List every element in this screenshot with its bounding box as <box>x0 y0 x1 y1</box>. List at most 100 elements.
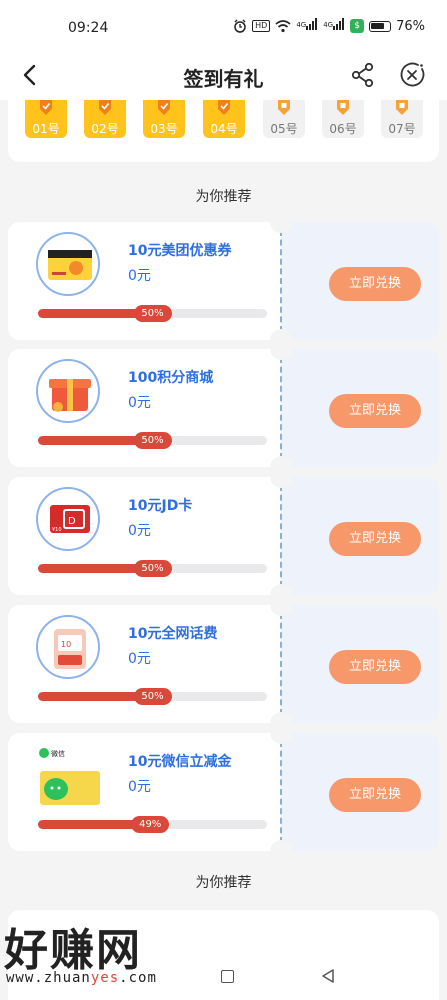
signal-label: 4G <box>323 21 334 29</box>
checkin-day-label: 06号 <box>329 122 357 136</box>
gift-box-icon <box>36 359 100 423</box>
hd-icon: HD <box>252 20 271 32</box>
checkin-day[interactable]: 06号 <box>322 100 364 138</box>
product-info: 微信 10元微信立减金 0元 49% <box>8 733 281 851</box>
product-price: 0元 <box>128 395 151 411</box>
badge-gift-icon <box>278 100 290 115</box>
progress-label: 50% <box>133 688 172 705</box>
checkin-day-label: 02号 <box>91 122 119 136</box>
progress-label: 50% <box>133 560 172 577</box>
progress-bar: 50% <box>38 560 267 577</box>
progress-bar: 50% <box>38 305 267 322</box>
status-time: 09:24 <box>68 20 109 36</box>
checkin-day-label: 03号 <box>150 122 178 136</box>
product-action: 立即兑换 <box>281 477 439 595</box>
progress-bar: 50% <box>38 432 267 449</box>
watermark-url-c: .com <box>119 970 157 986</box>
meituan-voucher-icon <box>36 232 100 296</box>
status-bar: 09:24 HD 4G 4G $ 76% <box>0 0 447 52</box>
checkin-day[interactable]: 01号 <box>25 100 67 138</box>
product-info: D ¥10 10元JD卡 0元 50% <box>8 477 281 595</box>
dashed-divider <box>280 741 282 843</box>
battery-icon <box>369 20 392 32</box>
product-name: 10元美团优惠券 <box>128 243 232 259</box>
checkin-card: 01号 02号 03号 04号 05号 06号 07号 <box>8 100 439 162</box>
redeem-button[interactable]: 立即兑换 <box>329 650 421 684</box>
product-name: 100积分商城 <box>128 370 214 386</box>
dashed-divider <box>280 357 282 459</box>
product-info: 10 10元全网话费 0元 50% <box>8 605 281 723</box>
svg-text:微信: 微信 <box>51 749 65 758</box>
watermark-logo: 好赚网 www.zhuanyes.com <box>0 912 200 1000</box>
svg-text:¥10: ¥10 <box>52 527 62 533</box>
badge-check-icon <box>158 100 170 115</box>
checkin-day[interactable]: 05号 <box>263 100 305 138</box>
redeem-button[interactable]: 立即兑换 <box>329 394 421 428</box>
product-action: 立即兑换 <box>281 605 439 723</box>
product-card: 100积分商城 0元 50% 立即兑换 <box>8 349 439 467</box>
progress-label: 49% <box>131 816 170 833</box>
nav-bar: 签到有礼 <box>0 52 447 100</box>
product-price: 0元 <box>128 268 151 284</box>
redeem-button[interactable]: 立即兑换 <box>329 522 421 556</box>
badge-check-icon <box>40 100 52 115</box>
product-card: D ¥10 10元JD卡 0元 50% 立即兑换 <box>8 477 439 595</box>
checkin-day[interactable]: 07号 <box>381 100 423 138</box>
watermark-url-a: www.zhuan <box>6 970 91 986</box>
battery-percent: 76% <box>396 18 425 34</box>
page-title: 签到有礼 <box>183 67 264 91</box>
badge-gift-icon <box>396 100 408 115</box>
product-name: 10元微信立减金 <box>128 754 232 770</box>
progress-bar: 50% <box>38 688 267 705</box>
redeem-button[interactable]: 立即兑换 <box>329 778 421 812</box>
product-name: 10元全网话费 <box>128 626 218 642</box>
security-shield-icon: $ <box>350 19 365 33</box>
signal-icon: 4G <box>323 18 345 34</box>
checkin-day[interactable]: 04号 <box>203 100 245 138</box>
system-back-icon[interactable] <box>320 968 336 984</box>
badge-gift-icon <box>337 100 349 115</box>
product-info: 10元美团优惠券 0元 50% <box>8 222 281 340</box>
alarm-icon <box>234 19 246 33</box>
section-title: 为你推荐 <box>195 875 252 891</box>
product-action: 立即兑换 <box>281 222 439 340</box>
status-icons: HD 4G 4G $ 76% <box>233 18 425 34</box>
dashed-divider <box>280 485 282 587</box>
product-name: 10元JD卡 <box>128 498 193 514</box>
product-card: 10元美团优惠券 0元 50% 立即兑换 <box>8 222 439 340</box>
product-action: 立即兑换 <box>281 349 439 467</box>
dashed-divider <box>280 613 282 715</box>
share-icon[interactable] <box>350 62 376 88</box>
progress-label: 50% <box>133 432 172 449</box>
badge-check-icon <box>218 100 230 115</box>
svg-text:10: 10 <box>61 640 71 649</box>
checkin-day[interactable]: 03号 <box>143 100 185 138</box>
checkin-day-label: 07号 <box>388 122 416 136</box>
watermark-url: www.zhuanyes.com <box>6 970 157 986</box>
product-price: 0元 <box>128 779 151 795</box>
product-card: 微信 10元微信立减金 0元 49% 立即兑换 <box>8 733 439 851</box>
wechat-voucher-icon: 微信 <box>36 743 100 807</box>
checkin-day-label: 05号 <box>270 122 298 136</box>
checkin-day[interactable]: 02号 <box>84 100 126 138</box>
phone-credit-icon: 10 <box>36 615 100 679</box>
system-home-button[interactable] <box>221 970 234 983</box>
product-info: 100积分商城 0元 50% <box>8 349 281 467</box>
product-action: 立即兑换 <box>281 733 439 851</box>
watermark-url-b: yes <box>90 970 120 986</box>
product-price: 0元 <box>128 651 151 667</box>
wifi-icon <box>275 19 291 32</box>
signal-label: 4G <box>296 21 307 29</box>
jd-card-icon: D ¥10 <box>36 487 100 551</box>
product-price: 0元 <box>128 523 151 539</box>
checkin-day-label: 01号 <box>32 122 60 136</box>
product-card: 10 10元全网话费 0元 50% 立即兑换 <box>8 605 439 723</box>
watermark-text: 好赚网 <box>4 925 142 976</box>
redeem-button[interactable]: 立即兑换 <box>329 267 421 301</box>
section-title: 为你推荐 <box>195 189 252 205</box>
checkin-day-label: 04号 <box>210 122 238 136</box>
progress-bar: 49% <box>38 816 267 833</box>
close-circle-icon[interactable] <box>398 61 426 89</box>
signal-icon: 4G <box>296 18 318 34</box>
badge-check-icon <box>99 100 111 115</box>
